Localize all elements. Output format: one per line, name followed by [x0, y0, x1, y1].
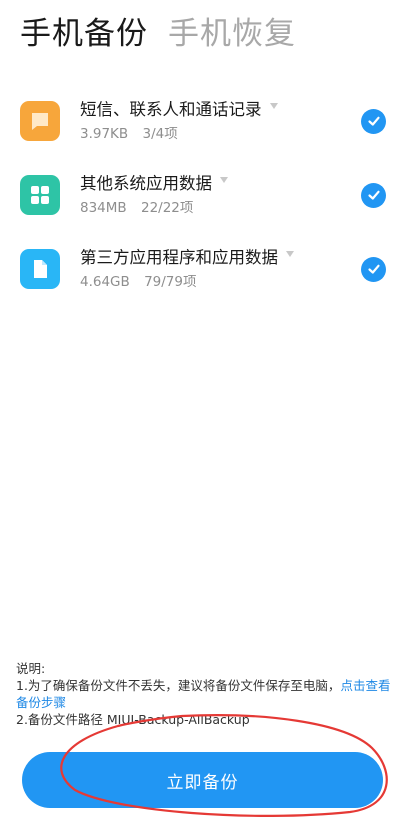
item-title: 第三方应用程序和应用数据: [80, 248, 278, 267]
item-title: 短信、联系人和通话记录: [80, 100, 262, 119]
item-count: 3/4项: [142, 126, 178, 142]
item-meta: 4.64GB 79/79项: [80, 272, 361, 292]
backup-now-button[interactable]: 立即备份: [22, 752, 383, 808]
item-count: 22/22项: [140, 200, 194, 216]
backup-item-third-party-apps[interactable]: 第三方应用程序和应用数据 4.64GB 79/79项: [20, 241, 386, 297]
item-size: 3.97KB: [80, 126, 129, 142]
notes-line-2: 2.备份文件路径 MIUI-Backup-AllBackup: [16, 712, 250, 727]
backup-item-messages[interactable]: 短信、联系人和通话记录 3.97KB 3/4项: [20, 93, 386, 149]
chevron-down-icon[interactable]: [269, 103, 278, 109]
tab-backup[interactable]: 手机备份: [20, 14, 148, 54]
item-size: 4.64GB: [80, 274, 130, 290]
item-size: 834MB: [80, 200, 127, 216]
tab-restore[interactable]: 手机恢复: [168, 14, 296, 54]
backup-item-system-apps[interactable]: 其他系统应用数据 834MB 22/22项: [20, 167, 386, 223]
document-icon: [20, 249, 60, 289]
grid-icon: [20, 175, 60, 215]
item-meta: 834MB 22/22项: [80, 198, 361, 218]
notes-heading: 说明:: [16, 661, 46, 676]
chevron-down-icon[interactable]: [286, 251, 294, 257]
notes-line-1: 1.为了确保备份文件不丢失，建议将备份文件保存至电脑，点击查看备份步骤: [16, 677, 394, 711]
item-title: 其他系统应用数据: [80, 174, 212, 193]
notes-line-1-text: 1.为了确保备份文件不丢失，建议将备份文件保存至电脑，: [16, 678, 341, 693]
item-count: 79/79项: [144, 274, 197, 290]
chevron-down-icon[interactable]: [220, 177, 228, 183]
item-meta: 3.97KB 3/4项: [80, 124, 361, 144]
tab-bar: 手机备份 手机恢复: [20, 14, 296, 54]
backup-notes: 说明: 1.为了确保备份文件不丢失，建议将备份文件保存至电脑，点击查看备份步骤 …: [16, 660, 394, 728]
checkbox-checked-icon[interactable]: [361, 256, 386, 282]
checkbox-checked-icon[interactable]: [361, 182, 386, 208]
checkbox-checked-icon[interactable]: [361, 108, 386, 134]
message-icon: [20, 101, 60, 141]
